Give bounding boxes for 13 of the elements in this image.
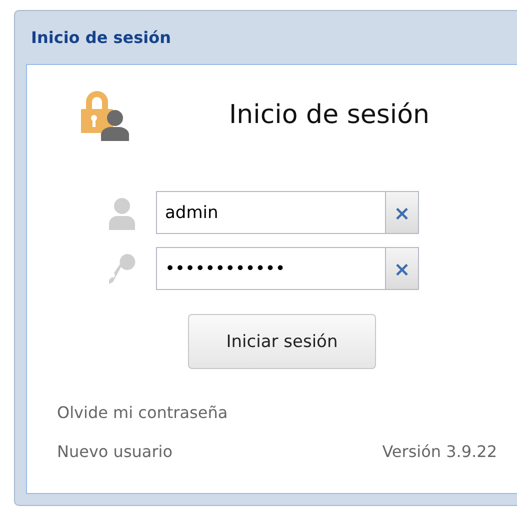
input-field[interactable]: admin × [156, 191, 419, 234]
user-icon [108, 196, 136, 230]
login-heading: Inicio de sesión [229, 100, 430, 130]
window-title: Inicio de sesión [31, 28, 171, 47]
input-field[interactable]: •••••••••••• × [156, 247, 419, 290]
new-user-link[interactable]: Nuevo usuario [57, 442, 173, 461]
clear-button[interactable]: × [385, 192, 418, 233]
key-icon [108, 252, 136, 286]
forgot-password-link[interactable]: Olvide mi contraseña [57, 403, 517, 422]
login-button[interactable]: Iniciar sesión [188, 314, 376, 369]
lock-user-icon [79, 89, 129, 141]
version-text: Versión 3.9.22 [382, 442, 497, 461]
clear-button[interactable]: × [385, 248, 418, 289]
